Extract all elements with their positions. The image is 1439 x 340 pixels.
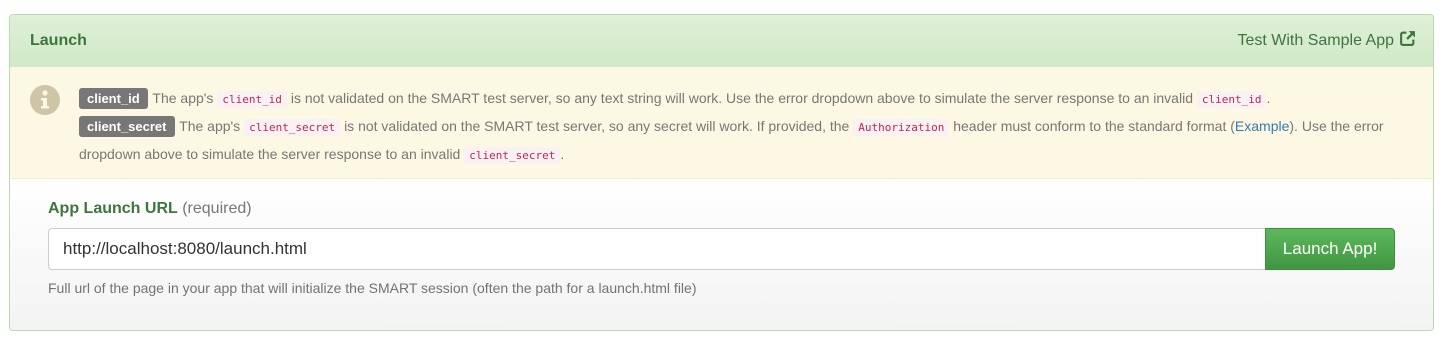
client-id-note: client_id The app's client_id is not val… (79, 85, 1393, 113)
url-help-text: Full url of the page in your app that wi… (48, 280, 697, 296)
client-id-code-end: client_id (1196, 91, 1267, 108)
launch-panel: Launch Test With Sample App client_id Th… (9, 14, 1434, 331)
launch-app-button[interactable]: Launch App! (1265, 228, 1395, 270)
example-link[interactable]: Example (1235, 118, 1289, 134)
panel-title: Launch (30, 31, 87, 49)
test-sample-app-label: Test With Sample App (1237, 31, 1394, 49)
launch-form: App Launch URL (required) Launch App! Fu… (10, 179, 1433, 330)
client-id-text2: is not validated on the SMART test serve… (290, 90, 1193, 106)
client-id-badge: client_id (79, 88, 148, 109)
client-info-notice: client_id The app's client_id is not val… (10, 67, 1433, 179)
client-secret-text3: header must conform to the standard form… (953, 118, 1235, 134)
client-id-end: . (1266, 90, 1271, 106)
client-secret-code-end: client_secret (464, 147, 561, 164)
panel-heading: Launch Test With Sample App (10, 15, 1433, 67)
authorization-code: Authorization (853, 119, 950, 136)
client-secret-badge: client_secret (79, 116, 175, 137)
client-secret-code: client_secret (244, 119, 341, 136)
test-sample-app-link[interactable]: Test With Sample App (1237, 30, 1416, 52)
app-launch-url-title: App Launch URL (48, 200, 178, 217)
app-launch-url-label: App Launch URL (required) (48, 200, 1395, 218)
client-secret-text1: The app's (179, 118, 241, 134)
url-input-group: Launch App! (48, 228, 1395, 270)
app-launch-url-input[interactable] (48, 228, 1266, 270)
client-id-text1: The app's (152, 90, 214, 106)
required-note: (required) (182, 200, 252, 217)
info-icon (30, 85, 60, 115)
client-secret-text2: is not validated on the SMART test serve… (344, 118, 850, 134)
client-secret-note: client_secret The app's client_secret is… (79, 113, 1393, 169)
external-link-icon (1399, 30, 1416, 52)
client-secret-end: . (560, 146, 565, 162)
client-id-code: client_id (217, 91, 287, 108)
